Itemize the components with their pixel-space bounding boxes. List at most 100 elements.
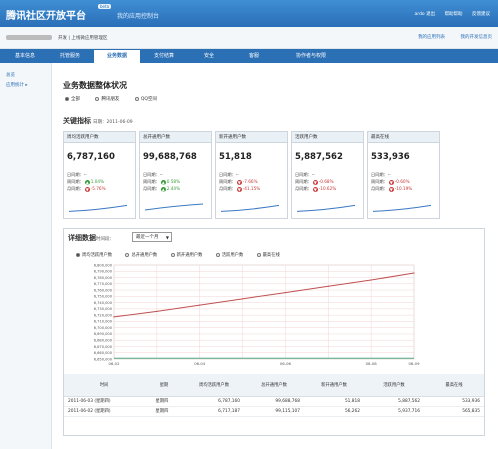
x-tick-label: 06-02 [108,361,120,366]
day-value: -- [387,172,391,177]
range-select[interactable]: 最近一个月 ▼ [132,232,172,242]
data-point[interactable] [370,279,372,281]
radio-all-label: 全部 [71,97,80,102]
column-header[interactable]: 新开通用户数 [304,374,364,397]
week-label: 周同期： [219,179,236,184]
tab-business-data[interactable]: 业务数据 [94,50,140,63]
week-change: -7.66% [242,179,258,184]
breadcrumb[interactable]: 开发 | 上线微应用管理区 [58,35,107,41]
y-tick-label: 6,800,000 [94,263,113,267]
day-value: -- [311,172,315,177]
y-tick-label: 6,760,000 [94,288,113,292]
radio-selected-icon [76,252,80,257]
tab-basic-info[interactable]: 基本信息 [4,50,46,63]
series-label: 新开通用户数 [176,253,203,258]
table-cell: 99,688,768 [244,396,304,407]
dev-info-button[interactable]: 我的开发信息页 [461,35,493,40]
data-point[interactable] [199,304,201,306]
kpi-card[interactable]: 新开通用户数 51,818 日同期：-- 周同期： ▼ -7.66% 月同期： ▼ -41.15… [215,131,288,219]
radio-qzone-label: QQ空间 [140,97,157,102]
main-tabs: 基本信息 托管服务 业务数据 支付结算 安全 客服 协作者与权限 [0,49,498,63]
kpi-card[interactable]: 最高在线 533,936 日同期：-- 周同期： ▼ -0.60% 月同期： ▼ -10.19% [367,131,440,219]
arrow-down-icon: ▼ [84,187,90,192]
detail-panel: 详细数据时间段： 最近一个月 ▼ 周均活跃用户数 总开通用户数 新开通用户数 活跃… [63,228,485,436]
series-radio-peak-online[interactable]: 最高在线 [256,252,280,258]
sparkline-path [372,204,432,212]
day-label: 日同期： [371,172,388,177]
day-value: -- [235,172,239,177]
table-cell: 99,115,107 [244,406,304,417]
tab-collaborators[interactable]: 协作者与权限 [278,50,344,63]
y-tick-label: 6,750,000 [94,295,113,299]
radio-icon [170,252,175,257]
series-radio-new-users[interactable]: 新开通用户数 [170,252,203,258]
series-radio-total-users[interactable]: 总开通用户数 [125,252,157,258]
data-point[interactable] [241,298,244,300]
table-row: 2011-06-03 (星期四) 星期四 6,787,160 99,688,768 51… [64,396,484,407]
my-apps-button[interactable]: 我的应用列表 [418,35,445,40]
column-header[interactable]: 总开通用户数 [244,374,304,397]
tab-hosting[interactable]: 托管服务 [49,50,91,63]
x-tick-label: 06-06 [280,361,292,366]
sidebar-item-overview[interactable]: 总览 [6,71,15,80]
kpi-title: 关键指标 [63,117,91,125]
kpi-card[interactable]: 活跃用户数 5,887,562 日同期：-- 周同期： ▼ -0.68% 月同期： ▼ -10.… [291,131,364,219]
radio-icon [125,252,130,257]
month-label: 月同期： [295,186,312,191]
kpi-month-row: 月同期： ▼ -41.15% [219,186,260,192]
table-header-row: 时间 星期 周均活跃用户数 总开通用户数 新开通用户数 活跃用户数 最高在线 [64,374,484,397]
radio-qzone[interactable]: QQ空间 [134,96,157,102]
platform-logo[interactable]: 腾讯社区开放平台 [6,7,86,22]
data-point[interactable] [156,310,158,312]
data-point[interactable] [327,285,329,287]
table-cell: 565,835 [424,406,484,417]
month-label: 月同期： [143,186,160,191]
x-tick-label: 06-04 [194,361,206,366]
data-point[interactable] [413,272,415,274]
kpi-week-row: 周同期： ▼ -7.66% [219,179,258,185]
kpi-week-row: 周同期： ▼ -0.60% [371,179,410,185]
y-tick-label: 6,710,000 [94,320,113,324]
tab-support[interactable]: 客服 [233,50,275,63]
sparkline [68,204,128,212]
column-header[interactable]: 最高在线 [424,374,484,397]
sparkline-path [220,204,280,212]
column-header[interactable]: 时间 [64,374,144,397]
month-change: -10.19% [394,186,413,191]
column-header[interactable]: 活跃用户数 [364,374,424,397]
day-label: 日同期： [295,172,312,177]
kpi-card[interactable]: 周均活跃用户数 6,787,160 日同期：-- 周同期： ▲ 1.04% 月同期： ▼ -5.… [63,131,136,219]
detail-title-text: 详细数据 [68,234,96,242]
radio-all[interactable]: 全部 [65,96,80,102]
sparkline [296,204,356,212]
arrow-up-icon: ▲ [84,180,90,185]
console-title[interactable]: 我的应用控制台 [117,11,159,20]
sparkline [220,204,280,212]
sidebar-item-app-stats[interactable]: 应用统计 ▸ [6,81,28,90]
column-header[interactable]: 周均活跃用户数 [184,374,244,397]
y-tick-label: 6,770,000 [94,282,113,286]
data-point[interactable] [284,291,287,294]
series-radio-weekly-active[interactable]: 周均活跃用户数 [76,252,112,258]
feedback-link[interactable]: 反馈建议 [472,12,490,17]
sparkline-path [144,203,204,211]
week-change: -0.68% [318,179,334,184]
user-logout-link[interactable]: ardo 退出 [415,12,436,17]
series-radio-active-users[interactable]: 活跃用户数 [215,252,243,258]
tab-payment[interactable]: 支付结算 [143,50,185,63]
kpi-day-row: 日同期：-- [295,172,315,178]
table-cell: 2011-06-03 (星期四) [64,396,144,407]
radio-pengyou[interactable]: 腾讯朋友 [95,96,119,102]
data-point[interactable] [113,316,115,318]
detail-table: 时间 星期 周均活跃用户数 总开通用户数 新开通用户数 活跃用户数 最高在线 2011-06… [64,374,484,417]
tab-security[interactable]: 安全 [188,50,230,63]
y-tick-label: 6,780,000 [94,276,113,280]
table-row: 2011-06-02 (星期四) 星期四 6,717,187 99,115,107 56… [64,406,484,417]
y-tick-label: 6,660,000 [94,351,113,355]
series-selector: 周均活跃用户数 总开通用户数 新开通用户数 活跃用户数 最高在线 [76,252,292,258]
help-link[interactable]: 帮助帮助 [445,12,463,17]
column-header[interactable]: 星期 [144,374,184,397]
table-cell: 6,717,187 [184,406,244,417]
kpi-card[interactable]: 总开通用户数 99,688,768 日同期：-- 周同期： ▲ 0.58% 月同期： ▲ 2.4… [139,131,212,219]
kpi-month-row: 月同期： ▲ 2.44% [143,186,180,192]
